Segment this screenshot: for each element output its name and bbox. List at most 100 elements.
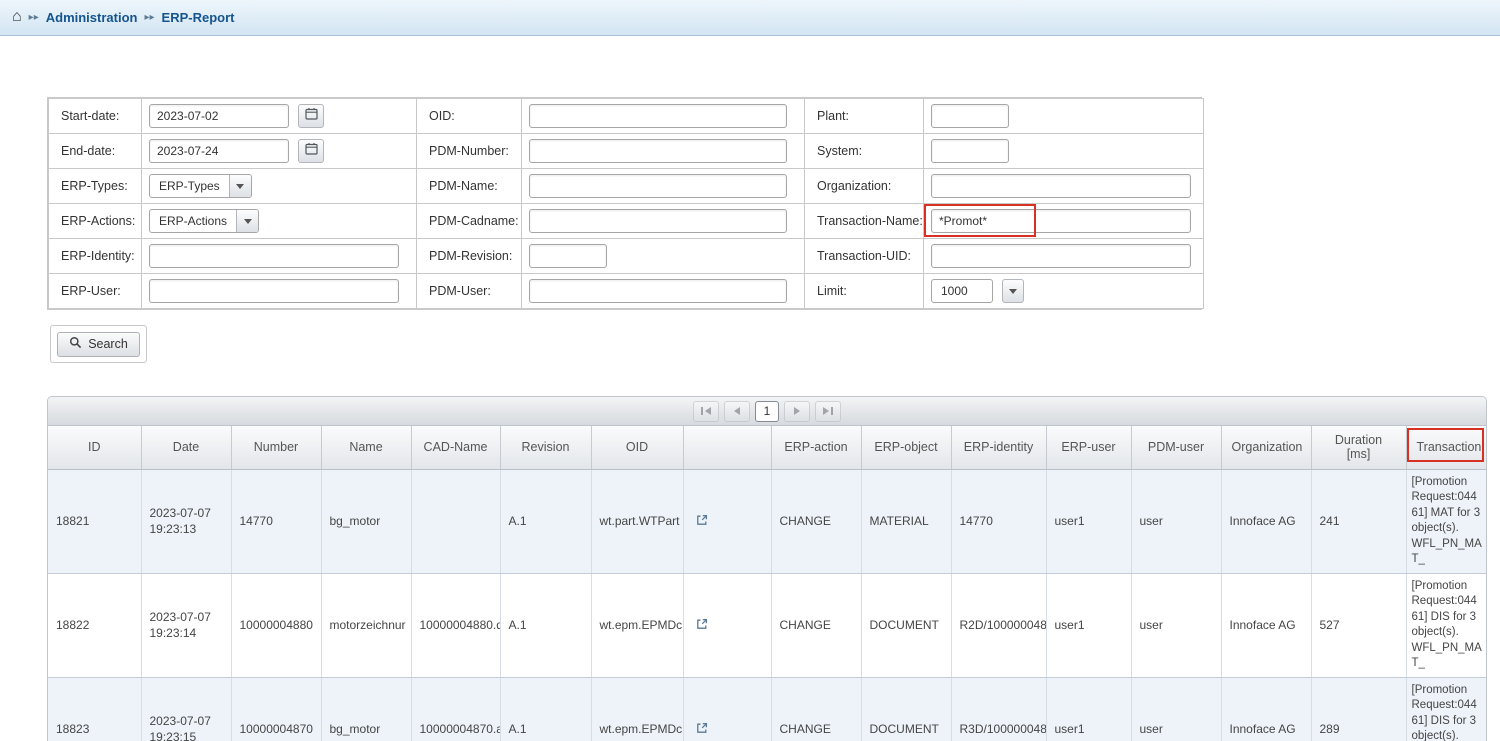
erp-user-label: ERP-User: bbox=[49, 274, 142, 309]
paginator-last-button[interactable] bbox=[815, 401, 841, 422]
cell-cad-name bbox=[411, 469, 500, 573]
limit-dropdown[interactable]: 1000 bbox=[931, 279, 993, 303]
cell-erp-object: DOCUMENT bbox=[861, 677, 951, 741]
erp-user-input[interactable] bbox=[149, 279, 399, 303]
system-label: System: bbox=[805, 134, 924, 169]
pdm-cadname-label: PDM-Cadname: bbox=[417, 204, 522, 239]
erp-identity-input[interactable] bbox=[149, 244, 399, 268]
cell-date: 2023-07-07 19:23:14 bbox=[141, 573, 231, 677]
erp-types-dropdown-value: ERP-Types bbox=[150, 175, 229, 197]
start-date-calendar-button[interactable] bbox=[298, 104, 324, 128]
cell-duration: 289 bbox=[1311, 677, 1406, 741]
transaction-uid-input[interactable] bbox=[931, 244, 1191, 268]
breadcrumb-link-erp-report[interactable]: ERP-Report bbox=[162, 10, 235, 25]
end-date-label: End-date: bbox=[49, 134, 142, 169]
open-object-link-icon[interactable] bbox=[696, 514, 708, 526]
cell-erp-user: user1 bbox=[1046, 573, 1131, 677]
pdm-cadname-input[interactable] bbox=[529, 209, 787, 233]
chevron-down-icon bbox=[244, 219, 252, 224]
paginator-prev-button[interactable] bbox=[724, 401, 750, 422]
end-date-calendar-button[interactable] bbox=[298, 139, 324, 163]
cell-number: 14770 bbox=[231, 469, 321, 573]
pdm-user-label: PDM-User: bbox=[417, 274, 522, 309]
cell-transaction: [Promotion Request:04461] DIS for 3 obje… bbox=[1406, 677, 1487, 741]
column-header-transaction: Transaction bbox=[1406, 426, 1487, 469]
open-object-link-icon[interactable] bbox=[696, 722, 708, 734]
end-date-input[interactable] bbox=[149, 139, 289, 163]
breadcrumb-link-administration[interactable]: Administration bbox=[46, 10, 138, 25]
cell-organization: Innoface AG bbox=[1221, 573, 1311, 677]
plant-input[interactable] bbox=[931, 104, 1009, 128]
oid-label: OID: bbox=[417, 99, 522, 134]
cell-cad-name: 10000004870.as bbox=[411, 677, 500, 741]
paginator-first-button[interactable] bbox=[693, 401, 719, 422]
erp-types-dropdown[interactable]: ERP-Types bbox=[149, 174, 252, 198]
search-icon bbox=[69, 336, 82, 352]
pdm-name-input[interactable] bbox=[529, 174, 787, 198]
open-object-link-icon[interactable] bbox=[696, 618, 708, 630]
next-page-icon bbox=[794, 407, 800, 415]
cell-erp-user: user1 bbox=[1046, 469, 1131, 573]
column-header-organization: Organization bbox=[1221, 426, 1311, 469]
paginator-page-1[interactable]: 1 bbox=[755, 401, 779, 422]
cell-id: 18822 bbox=[48, 573, 141, 677]
results-table: ID Date Number Name CAD-Name Revision OI… bbox=[48, 426, 1487, 741]
system-input[interactable] bbox=[931, 139, 1009, 163]
paginator-next-button[interactable] bbox=[784, 401, 810, 422]
cell-erp-object: MATERIAL bbox=[861, 469, 951, 573]
search-button-panel: Search bbox=[50, 325, 147, 363]
erp-actions-label: ERP-Actions: bbox=[49, 204, 142, 239]
erp-identity-label: ERP-Identity: bbox=[49, 239, 142, 274]
cell-erp-identity: 14770 bbox=[951, 469, 1046, 573]
erp-actions-dropdown-button[interactable] bbox=[236, 210, 258, 232]
pdm-revision-label: PDM-Revision: bbox=[417, 239, 522, 274]
column-header-revision: Revision bbox=[500, 426, 591, 469]
oid-input[interactable] bbox=[529, 104, 787, 128]
cell-revision: A.1 bbox=[500, 573, 591, 677]
plant-label: Plant: bbox=[805, 99, 924, 134]
column-header-date: Date bbox=[141, 426, 231, 469]
search-button[interactable]: Search bbox=[57, 332, 140, 357]
last-page-icon-arrow bbox=[823, 407, 829, 415]
column-header-duration: Duration [ms] bbox=[1311, 426, 1406, 469]
erp-types-label: ERP-Types: bbox=[49, 169, 142, 204]
start-date-input[interactable] bbox=[149, 104, 289, 128]
cell-cad-name: 10000004880.dr bbox=[411, 573, 500, 677]
last-page-icon bbox=[831, 407, 833, 415]
table-row: 18822 2023-07-07 19:23:14 10000004880 mo… bbox=[48, 573, 1487, 677]
transaction-name-input[interactable] bbox=[931, 209, 1191, 233]
chevron-right-icon: ▸ bbox=[29, 12, 39, 23]
pdm-number-input[interactable] bbox=[529, 139, 787, 163]
calendar-icon bbox=[305, 107, 318, 125]
erp-types-dropdown-button[interactable] bbox=[229, 175, 251, 197]
column-header-erp-identity: ERP-identity bbox=[951, 426, 1046, 469]
cell-duration: 241 bbox=[1311, 469, 1406, 573]
erp-actions-dropdown[interactable]: ERP-Actions bbox=[149, 209, 259, 233]
search-button-label: Search bbox=[88, 337, 128, 351]
home-icon[interactable]: ⌂ bbox=[12, 9, 22, 25]
breadcrumb: ⌂ ▸ Administration ▸ ERP-Report bbox=[0, 0, 1500, 36]
cell-erp-action: CHANGE bbox=[771, 677, 861, 741]
first-page-icon bbox=[701, 407, 703, 415]
column-header-erp-object: ERP-object bbox=[861, 426, 951, 469]
cell-erp-identity: R3D/100000048 bbox=[951, 677, 1046, 741]
cell-date: 2023-07-07 19:23:15 bbox=[141, 677, 231, 741]
cell-oid: wt.epm.EPMDc bbox=[591, 573, 683, 677]
cell-erp-action: CHANGE bbox=[771, 573, 861, 677]
cell-id: 18821 bbox=[48, 469, 141, 573]
column-header-number: Number bbox=[231, 426, 321, 469]
pdm-user-input[interactable] bbox=[529, 279, 787, 303]
chevron-right-icon: ▸ bbox=[144, 12, 154, 23]
pdm-revision-input[interactable] bbox=[529, 244, 607, 268]
organization-input[interactable] bbox=[931, 174, 1191, 198]
search-form-panel: Start-date: OID: Plant: End-date: PDM-Nu… bbox=[47, 97, 1202, 310]
cell-number: 10000004880 bbox=[231, 573, 321, 677]
first-page-icon-arrow bbox=[705, 407, 711, 415]
column-header-link bbox=[683, 426, 771, 469]
paginator: 1 bbox=[48, 397, 1486, 426]
cell-pdm-user: user bbox=[1131, 573, 1221, 677]
cell-duration: 527 bbox=[1311, 573, 1406, 677]
limit-dropdown-button[interactable] bbox=[1002, 279, 1024, 303]
erp-actions-dropdown-value: ERP-Actions bbox=[150, 210, 236, 232]
column-header-erp-user: ERP-user bbox=[1046, 426, 1131, 469]
